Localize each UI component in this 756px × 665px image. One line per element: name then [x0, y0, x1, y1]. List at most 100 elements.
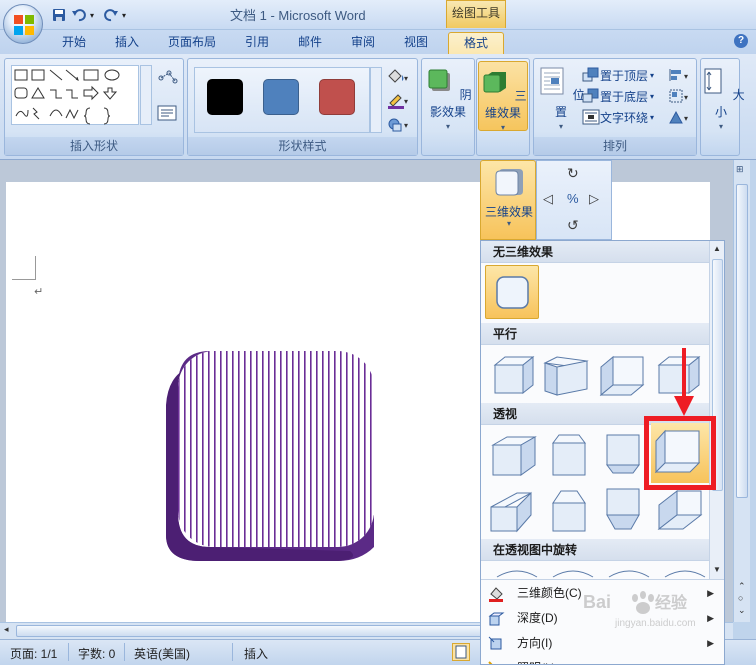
undo-icon[interactable]: [70, 6, 88, 24]
perspective-relaxed-left[interactable]: [487, 485, 537, 535]
perspective-below[interactable]: [599, 431, 649, 481]
shapes-gallery[interactable]: [11, 65, 139, 125]
group-size: 大小 ▾: [700, 58, 745, 156]
page-count[interactable]: 页面: 1/1: [10, 645, 57, 662]
word-count[interactable]: 字数: 0: [78, 645, 115, 662]
chevron-down-icon: ▾: [650, 112, 655, 122]
depth-icon: [488, 612, 505, 626]
tab-view[interactable]: 视图: [404, 32, 428, 54]
menu-depth-label: 深度(D): [517, 611, 558, 625]
3d-rounded-square-shape[interactable]: [160, 345, 385, 570]
menu-lighting[interactable]: 照明(L) ▶: [481, 656, 724, 664]
group-arrange: 位置 ▾ 置于顶层 ▾ 置于底层 ▾ 文字环绕 ▾ ▾ ▾ ▾ 排列: [533, 58, 697, 156]
language-indicator[interactable]: 英语(美国): [134, 645, 190, 662]
scroll-up-icon[interactable]: ▲: [713, 244, 721, 253]
3d-effects-ribbon-button[interactable]: 三维效果 ▾: [478, 61, 528, 132]
position-button[interactable]: 位置 ▾: [536, 61, 586, 131]
gallery-scrollbar[interactable]: ▲ ▼: [709, 241, 724, 579]
tab-review[interactable]: 审阅: [351, 32, 375, 54]
watermark-url: jingyan.baidu.com: [615, 618, 696, 629]
ribbon: 插入形状 ▾ ▾ ▾ ⧉ 形状样式 阴影效果 ▾: [0, 54, 756, 160]
chevron-down-icon: ▾: [650, 91, 655, 101]
perspective-relaxed-above[interactable]: [543, 485, 593, 535]
svg-text:经验: 经验: [655, 593, 688, 612]
section-rotate-in-perspective: 在透视图中旋转: [481, 539, 709, 561]
redo-icon[interactable]: [102, 6, 120, 24]
perspective-above-left[interactable]: [487, 431, 537, 481]
scroll-left-icon[interactable]: ◂: [4, 624, 9, 635]
style-swatch-blue[interactable]: [263, 79, 299, 115]
insert-mode[interactable]: 插入: [244, 645, 268, 662]
rotate-perspective-preview-row[interactable]: [481, 563, 709, 579]
text-box-icon[interactable]: [157, 105, 177, 123]
parallel-oblique-bottom-right[interactable]: [597, 351, 647, 401]
group-objects-icon[interactable]: ▾: [668, 86, 692, 106]
chevron-down-icon: ▾: [445, 122, 450, 131]
save-icon[interactable]: [50, 6, 68, 24]
menu-direction-label: 方向(I): [517, 636, 553, 650]
tilt-up-icon[interactable]: ↻: [567, 165, 579, 182]
align-icon[interactable]: ▾: [668, 65, 692, 85]
tab-home[interactable]: 开始: [62, 32, 86, 54]
section-no-3d: 无三维效果: [481, 241, 709, 263]
annotation-highlight-box: [644, 416, 716, 490]
parallel-oblique-top-right[interactable]: [541, 351, 591, 401]
paint-bucket-icon: [489, 587, 503, 602]
shape-outline-icon[interactable]: ▾: [386, 91, 410, 111]
shapes-gallery-scroll[interactable]: [140, 65, 152, 125]
drawing-tools-context-label: 绘图工具: [446, 0, 506, 28]
perspective-above[interactable]: [543, 431, 593, 481]
tilt-down-icon[interactable]: ↺: [567, 217, 579, 234]
edit-shape-icon[interactable]: [157, 69, 179, 87]
tab-insert[interactable]: 插入: [115, 32, 139, 54]
paragraph-mark: ↵: [34, 286, 44, 298]
svg-text:Bai: Bai: [583, 592, 611, 612]
vertical-scroll-thumb[interactable]: [736, 184, 748, 498]
no-3d-effect-option[interactable]: [485, 265, 539, 319]
send-to-back-button[interactable]: 置于底层 ▾: [582, 86, 654, 106]
tab-page-layout[interactable]: 页面布局: [168, 32, 216, 54]
text-wrapping-button[interactable]: 文字环绕 ▾: [582, 107, 654, 127]
tilt-left-icon[interactable]: ◁: [543, 191, 553, 207]
shape-fill-icon[interactable]: ▾: [386, 65, 410, 85]
group-insert-shapes: 插入形状: [4, 58, 184, 156]
3d-on-off-icon[interactable]: %: [567, 191, 579, 206]
browse-object-icons[interactable]: ⌃ ○ ⌄: [738, 580, 746, 616]
rotate-icon[interactable]: ▾: [668, 107, 692, 127]
shape-styles-gallery[interactable]: [194, 67, 370, 133]
tab-mailings[interactable]: 邮件: [298, 32, 322, 54]
margin-corner-mark: [12, 256, 36, 280]
menu-3d-color-label: 三维颜色(C): [517, 586, 582, 600]
shadow-effects-button[interactable]: 阴影效果 ▾: [423, 61, 473, 131]
customize-qat-icon[interactable]: ▾: [122, 6, 132, 24]
chevron-down-icon: ▾: [500, 123, 505, 132]
3d-effects-dropdown-button[interactable]: 三维效果 ▾: [480, 160, 536, 240]
style-swatch-black[interactable]: [207, 79, 243, 115]
ribbon-tabs: 开始 插入 页面布局 引用 邮件 审阅 视图 格式 ?: [0, 30, 756, 54]
tilt-right-icon[interactable]: ▷: [589, 191, 599, 207]
menu-lighting-label: 照明(L): [517, 656, 556, 664]
perspective-relaxed-right[interactable]: [655, 485, 705, 535]
perspective-relaxed-below[interactable]: [599, 485, 649, 535]
ruler-toggle-icon[interactable]: ⊞: [736, 164, 744, 175]
bring-to-front-button[interactable]: 置于顶层 ▾: [582, 65, 654, 85]
parallel-oblique-top-left[interactable]: [487, 351, 537, 401]
undo-dropdown-icon[interactable]: ▾: [90, 6, 100, 24]
help-icon[interactable]: ?: [734, 34, 748, 48]
tab-references[interactable]: 引用: [245, 32, 269, 54]
chevron-down-icon: ▾: [650, 70, 655, 80]
office-button[interactable]: [3, 4, 43, 44]
style-swatch-red[interactable]: [319, 79, 355, 115]
tab-format[interactable]: 格式: [448, 32, 504, 54]
menu-divider: [481, 579, 724, 580]
svg-text:▾: ▾: [404, 121, 408, 130]
group-shape-styles: ▾ ▾ ▾ ⧉ 形状样式: [187, 58, 418, 156]
change-shape-icon[interactable]: ▾: [386, 115, 410, 135]
vertical-scrollbar[interactable]: ⊞ ⌃ ○ ⌄: [733, 160, 750, 622]
scroll-down-icon[interactable]: ▼: [713, 565, 721, 574]
size-button[interactable]: 大小 ▾: [696, 61, 746, 131]
shape-styles-label: 形状样式: [188, 137, 417, 155]
svg-text:▾: ▾: [684, 114, 688, 123]
print-layout-view-icon[interactable]: [452, 643, 470, 661]
styles-gallery-scroll[interactable]: [370, 67, 382, 133]
